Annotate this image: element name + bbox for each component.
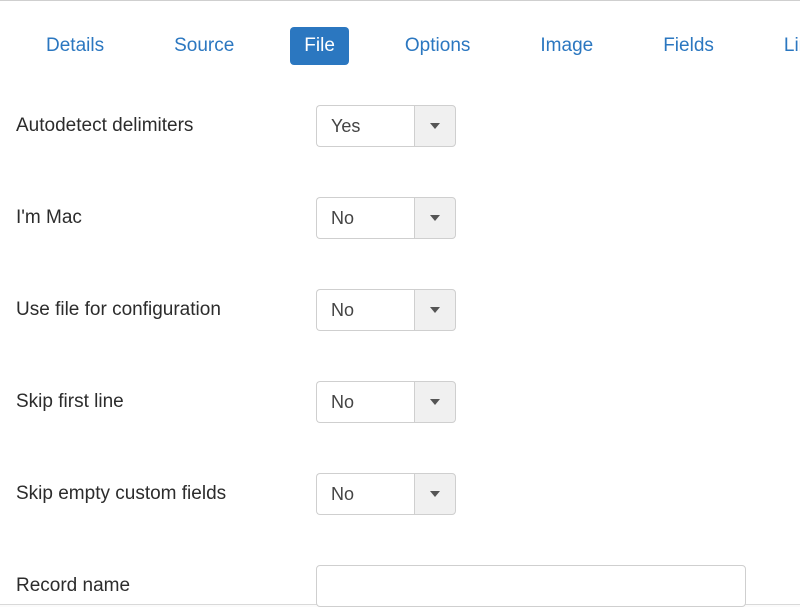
tab-file[interactable]: File [290, 27, 349, 65]
dropdown-button[interactable] [414, 289, 456, 331]
label-skip-first-line: Skip first line [16, 391, 316, 413]
select-use-file-config[interactable]: No [316, 289, 456, 331]
caret-down-icon [430, 123, 440, 129]
row-im-mac: I'm Mac No [16, 197, 784, 239]
label-skip-empty-custom: Skip empty custom fields [16, 483, 316, 505]
row-record-name: Record name [16, 565, 784, 607]
dropdown-button[interactable] [414, 381, 456, 423]
select-skip-empty-custom[interactable]: No [316, 473, 456, 515]
dropdown-button[interactable] [414, 473, 456, 515]
tab-limit[interactable]: Limit [770, 27, 800, 65]
select-value: No [316, 197, 414, 239]
select-skip-first-line[interactable]: No [316, 381, 456, 423]
caret-down-icon [430, 215, 440, 221]
tab-source[interactable]: Source [160, 27, 248, 65]
row-skip-empty-custom: Skip empty custom fields No [16, 473, 784, 515]
label-record-name: Record name [16, 575, 316, 597]
dropdown-button[interactable] [414, 105, 456, 147]
select-value: No [316, 381, 414, 423]
caret-down-icon [430, 307, 440, 313]
label-use-file-config: Use file for configuration [16, 299, 316, 321]
input-record-name[interactable] [316, 565, 746, 607]
caret-down-icon [430, 399, 440, 405]
select-value: Yes [316, 105, 414, 147]
dropdown-button[interactable] [414, 197, 456, 239]
row-autodetect-delimiters: Autodetect delimiters Yes [16, 105, 784, 147]
tab-bar: Details Source File Options Image Fields… [0, 5, 800, 85]
tab-options[interactable]: Options [391, 27, 484, 65]
caret-down-icon [430, 491, 440, 497]
form-area: Autodetect delimiters Yes I'm Mac No Use… [0, 85, 800, 607]
tab-details[interactable]: Details [32, 27, 118, 65]
label-autodetect-delimiters: Autodetect delimiters [16, 115, 316, 137]
select-value: No [316, 289, 414, 331]
tab-fields[interactable]: Fields [649, 27, 728, 65]
row-use-file-config: Use file for configuration No [16, 289, 784, 331]
file-settings-panel: Details Source File Options Image Fields… [0, 0, 800, 605]
tab-image[interactable]: Image [526, 27, 607, 65]
select-im-mac[interactable]: No [316, 197, 456, 239]
select-autodetect-delimiters[interactable]: Yes [316, 105, 456, 147]
row-skip-first-line: Skip first line No [16, 381, 784, 423]
select-value: No [316, 473, 414, 515]
label-im-mac: I'm Mac [16, 207, 316, 229]
